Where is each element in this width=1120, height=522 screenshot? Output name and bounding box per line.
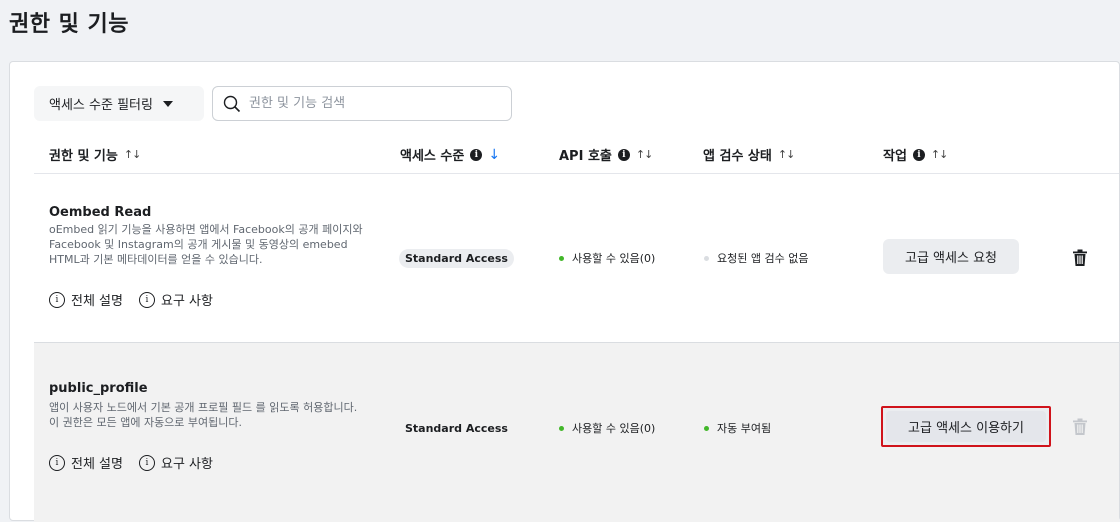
info-icon[interactable]: i	[617, 148, 630, 161]
api-status-text: 사용할 수 있음(0)	[572, 252, 656, 265]
col-header-access-level[interactable]: 액세스 수준 i ↓	[400, 145, 500, 165]
get-advanced-access-label: 고급 액세스 이용하기	[886, 411, 1046, 442]
info-circle-icon: i	[138, 454, 155, 471]
row-links: i 전체 설명 i 요구 사항	[49, 290, 213, 309]
sort-icon: ↑↓	[930, 148, 948, 161]
search-icon	[223, 95, 241, 112]
access-level-badge: Standard Access	[399, 249, 514, 268]
requirements-link-label: 요구 사항	[160, 294, 213, 309]
review-status: 자동 부여됨	[704, 420, 771, 436]
access-level-filter-button[interactable]: 액세스 수준 필터링	[34, 86, 204, 121]
caret-down-icon	[162, 100, 173, 107]
search-input[interactable]	[247, 95, 501, 112]
sort-icon: ↑↓	[635, 148, 653, 161]
api-status: 사용할 수 있음(0)	[559, 420, 655, 436]
col-header-permission-label: 권한 및 기능	[49, 149, 118, 164]
col-header-actions-label: 작업	[883, 149, 907, 164]
col-header-api-calls-label: API 호출	[559, 149, 612, 164]
sort-icon: ↑↓	[123, 148, 141, 161]
requirements-link[interactable]: i 요구 사항	[138, 453, 213, 472]
access-level-badge: Standard Access	[405, 422, 508, 435]
info-icon[interactable]: i	[470, 148, 483, 161]
review-status: 요청된 앱 검수 없음	[704, 250, 808, 266]
requirements-link[interactable]: i 요구 사항	[138, 290, 213, 309]
trash-icon-disabled	[1073, 418, 1087, 435]
overview-link-label: 전체 설명	[71, 457, 123, 472]
overview-link[interactable]: i 전체 설명	[49, 453, 123, 472]
col-header-app-review-label: 앱 검수 상태	[703, 149, 772, 164]
info-circle-icon: i	[49, 291, 65, 308]
status-dot-green	[559, 425, 564, 431]
permissions-card: 액세스 수준 필터링 권한 및 기능 ↑↓ 액세스 수준 i ↓ API 호출 …	[9, 61, 1120, 522]
get-advanced-access-button[interactable]: 고급 액세스 이용하기	[881, 406, 1051, 447]
status-dot-green	[559, 255, 564, 261]
col-header-permission[interactable]: 권한 및 기능 ↑↓	[49, 145, 141, 164]
page-title: 권한 및 기능	[9, 12, 130, 37]
requirements-link-label: 요구 사항	[160, 457, 213, 472]
info-icon[interactable]: i	[912, 148, 925, 161]
search-box[interactable]	[212, 86, 512, 121]
api-status-text: 사용할 수 있음(0)	[572, 422, 656, 435]
table-row: public_profile 앱이 사용자 노드에서 기본 공개 프로필 필드 …	[34, 342, 1119, 522]
col-header-actions[interactable]: 작업 i ↑↓	[883, 145, 948, 164]
overview-link-label: 전체 설명	[71, 294, 123, 309]
status-dot-green	[704, 425, 709, 431]
filter-label: 액세스 수준 필터링	[49, 98, 153, 113]
row-links: i 전체 설명 i 요구 사항	[49, 453, 213, 472]
table-row: Oembed Read oEmbed 읽기 기능을 사용하면 앱에서 Faceb…	[34, 174, 1119, 342]
api-status: 사용할 수 있음(0)	[559, 250, 655, 266]
status-dot-gray	[704, 255, 709, 261]
overview-link[interactable]: i 전체 설명	[49, 290, 123, 309]
permission-description: oEmbed 읽기 기능을 사용하면 앱에서 Facebook의 공개 페이지와…	[49, 223, 363, 266]
review-status-text: 자동 부여됨	[717, 422, 772, 435]
permission-description: 앱이 사용자 노드에서 기본 공개 프로필 필드 를 읽도록 허용합니다. 이 …	[49, 401, 358, 429]
info-circle-icon: i	[49, 454, 65, 471]
request-advanced-access-button[interactable]: 고급 액세스 요청	[883, 239, 1019, 274]
col-header-access-level-label: 액세스 수준	[400, 149, 465, 164]
sort-down-active-icon: ↓	[488, 146, 500, 163]
permission-name: Oembed Read	[49, 205, 152, 220]
sort-icon: ↑↓	[777, 148, 795, 161]
permission-name: public_profile	[49, 381, 148, 396]
toolbar: 액세스 수준 필터링	[34, 86, 512, 121]
col-header-api-calls[interactable]: API 호출 i ↑↓	[559, 145, 653, 164]
review-status-text: 요청된 앱 검수 없음	[717, 252, 809, 265]
trash-icon[interactable]	[1072, 249, 1088, 267]
col-header-app-review[interactable]: 앱 검수 상태 ↑↓	[703, 145, 795, 164]
info-circle-icon: i	[138, 291, 155, 308]
